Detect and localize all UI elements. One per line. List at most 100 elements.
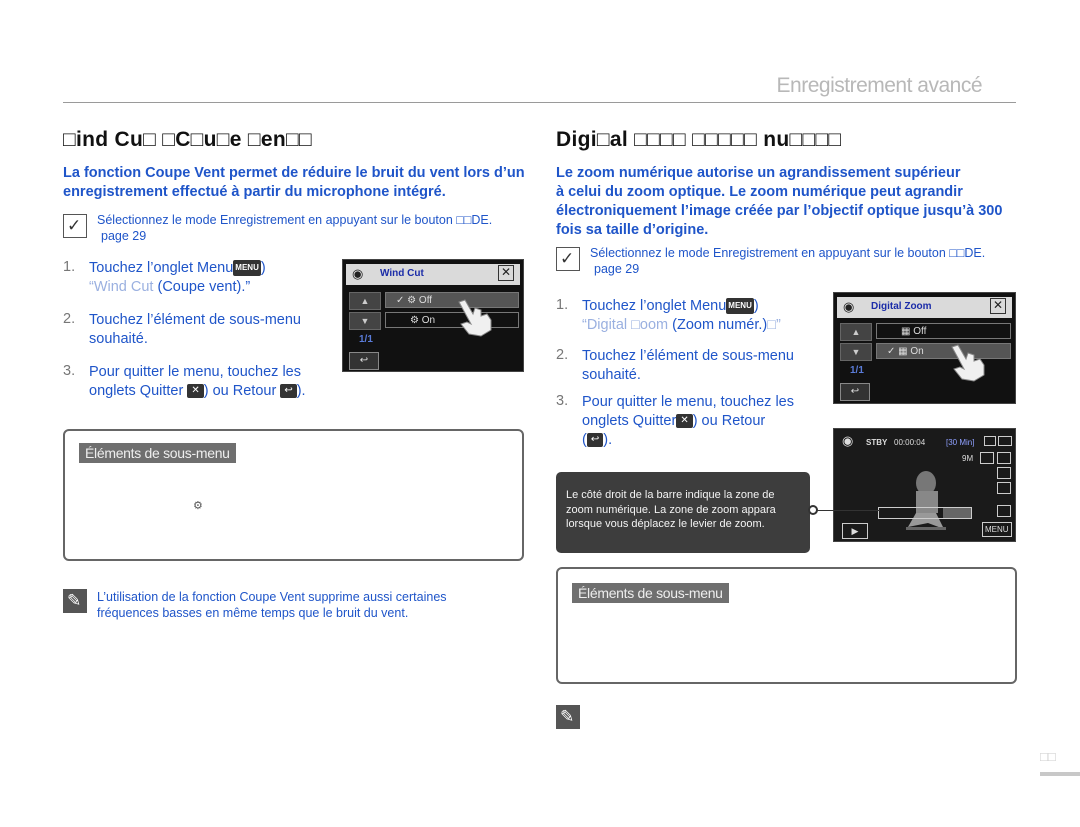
screen-title: Digital Zoom (871, 301, 932, 312)
step-text: Touchez l’élément de sous-menu (582, 348, 794, 364)
hd-icon (997, 452, 1011, 464)
note-icon: ✎ (556, 705, 580, 729)
step-text: Touchez l’onglet Menu (89, 260, 234, 276)
digital-zoom-title: Digi□al □□□□ □□□□□ nu□□□□ (556, 128, 842, 151)
back-button[interactable]: ↩ (840, 383, 870, 401)
zoom-bar (878, 507, 972, 519)
zoom-bar-callout: Le côté droit de la barre indique la zon… (556, 472, 810, 553)
submenu-items-box: Éléments de sous-menu (556, 567, 1017, 684)
step-number: 2. (63, 311, 76, 327)
option-label: On (910, 346, 924, 357)
mode-note: Sélectionnez le mode Enregistrement en a… (97, 212, 492, 244)
callout-pointer (808, 505, 818, 515)
scroll-down-button[interactable]: ▼ (840, 343, 872, 361)
scroll-down-button[interactable]: ▼ (349, 312, 381, 330)
step-text: ) ou Retour (203, 383, 277, 399)
digital-zoom-zone (943, 508, 971, 518)
exposure-icon (997, 505, 1011, 517)
step-text: Pour quitter le menu, touchez les (89, 364, 301, 380)
callout-line: Le côté droit de la barre indique la zon… (566, 489, 775, 501)
step-text: onglets Quitter (89, 383, 184, 399)
page-header-title: Enregistrement avancé (776, 74, 983, 97)
check-icon: ✓ (396, 295, 405, 306)
menu-item-name: “Wind Cut (89, 279, 154, 295)
callout-line: lorsque vous déplacez le levier de zoom. (566, 518, 765, 530)
note-icon: ✓ (556, 247, 580, 271)
step-1: 1. Touchez l’onglet Menu MENU) “Wind Cut … (63, 259, 343, 299)
step-1: 1. Touchez l’onglet Menu MENU) “Digital □… (556, 297, 826, 337)
menu-item-name: □” (767, 317, 781, 333)
option-label: Off (913, 326, 927, 337)
digital-zoom-icon: ▦ (898, 346, 908, 357)
note-icon: ✓ (63, 214, 87, 238)
note-line: Sélectionnez le mode Enregistrement en a… (97, 213, 493, 227)
intro-line: fois sa taille d’origine. (556, 222, 709, 238)
digital-zoom-icon: ▦ (901, 326, 911, 337)
callout-leader-line (810, 510, 880, 511)
step-text: ). (296, 383, 306, 399)
step-text: (Zoom numér.) (668, 317, 768, 333)
card-icon (984, 436, 996, 446)
time-counter: 00:00:04 (894, 438, 926, 447)
step-text: ). (603, 432, 613, 448)
step-text: ) (260, 260, 266, 276)
back-button[interactable]: ↩ (349, 352, 379, 370)
scroll-up-button[interactable]: ▲ (840, 323, 872, 341)
screen-title: Wind Cut (380, 268, 424, 279)
note-line: L’utilisation de la fonction Coupe Vent … (97, 590, 447, 604)
wind-icon: ⚙ (193, 500, 203, 512)
close-icon: ✕ (676, 414, 693, 429)
note-icon: ✎ (63, 589, 87, 613)
mode-note: Sélectionnez le mode Enregistrement en a… (590, 245, 985, 277)
step-number: 3. (556, 393, 569, 409)
digital-zoom-steps: 1. Touchez l’onglet Menu MENU) “Digital □… (556, 297, 826, 453)
note-line: fréquences basses en même temps que le b… (97, 606, 409, 620)
quality-icon (980, 452, 994, 464)
menu-button[interactable]: MENU (982, 522, 1012, 537)
submenu-items-box: Éléments de sous-menu ⚙ (63, 429, 524, 561)
callout-line: zoom numérique. La zone de zoom appara (566, 503, 776, 516)
menu-key-icon: MENU (233, 260, 261, 277)
intro-line: électroniquement l’image créée par l’obj… (556, 203, 1003, 219)
note-line: Sélectionnez le mode Enregistrement en a… (590, 246, 986, 260)
header-divider (63, 102, 1016, 103)
intro-line: La fonction Coupe Vent permet de réduire… (63, 165, 525, 181)
camera-icon: ◉ (843, 299, 855, 314)
scroll-up-button[interactable]: ▲ (349, 292, 381, 310)
wind-cut-note: L’utilisation de la fonction Coupe Vent … (97, 589, 447, 621)
page-ref: page 29 (101, 229, 147, 243)
page-corner-bar (1040, 772, 1080, 776)
wind-cut-menu-screen: ◉ Wind Cut ✕ ▲ ▼ ✓ ⚙ Off ⚙ On 1/1 ↩ (342, 259, 524, 372)
back-icon: ↩ (586, 433, 604, 448)
step-number: 3. (63, 363, 76, 379)
step-text: ) (753, 298, 759, 314)
intro-line: à celui du zoom optique. Le zoom numériq… (556, 184, 963, 200)
step-text: ) ou Retour (692, 413, 766, 429)
back-icon: ↩ (280, 384, 297, 399)
option-label: On (421, 315, 436, 326)
option-off[interactable]: ▦ Off (876, 323, 1011, 339)
step-text: Touchez l’élément de sous-menu (89, 312, 301, 328)
wind-cut-intro: La fonction Coupe Vent permet de réduire… (63, 164, 553, 202)
camera-icon: ◉ (352, 266, 364, 281)
digital-zoom-intro: Le zoom numérique autorise un agrandisse… (556, 164, 1036, 240)
hand-pointer-icon (951, 344, 985, 382)
close-icon[interactable]: ✕ (498, 265, 514, 281)
wind-icon (997, 467, 1011, 479)
play-button[interactable]: ▶ (842, 523, 868, 539)
page-ref: page 29 (594, 262, 640, 276)
submenu-heading: Éléments de sous-menu (79, 443, 236, 463)
wind-cut-title: □ind Cu□ □C□u□e □en□□ (63, 128, 312, 151)
close-icon: ✕ (187, 384, 204, 399)
step-text: souhaité. (582, 367, 641, 383)
stabilizer-icon (997, 482, 1011, 494)
intro-line: enregistrement effectué à partir du micr… (63, 184, 446, 200)
stby-indicator: STBY (866, 438, 888, 447)
check-icon: ✓ (887, 346, 896, 357)
close-icon[interactable]: ✕ (990, 298, 1006, 314)
intro-line: Le zoom numérique autorise un agrandisse… (556, 165, 961, 181)
digital-zoom-menu-screen: ◉ Digital Zoom ✕ ▲ ▼ ▦ Off ✓ ▦ On 1/1 ↩ (833, 292, 1016, 404)
screen-title-bar: ◉ Digital Zoom ✕ (837, 297, 1012, 318)
remaining-time: [30 Min] (946, 438, 975, 447)
battery-icon (998, 436, 1012, 446)
